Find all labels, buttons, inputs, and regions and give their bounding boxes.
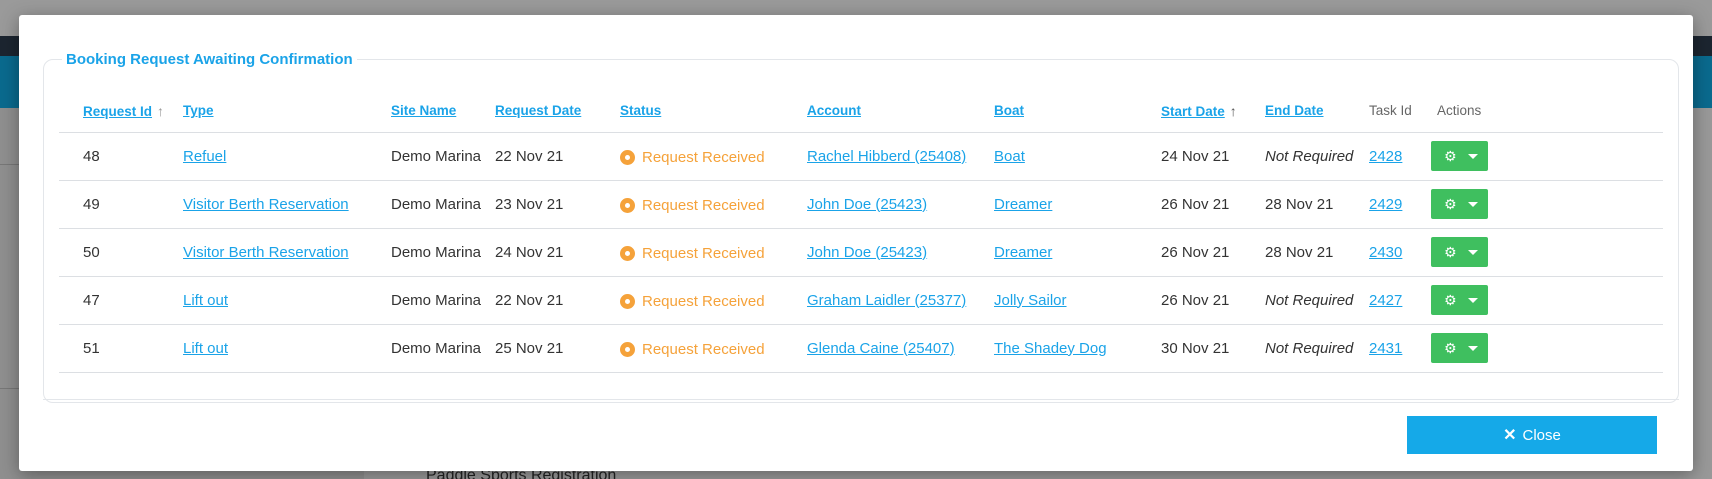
table-row: 47 Lift out Demo Marina 22 Nov 21 Reques… <box>59 276 1663 325</box>
status-badge: Request Received <box>620 293 765 310</box>
status-dot-icon <box>620 197 635 213</box>
caret-down-icon <box>1468 249 1478 255</box>
status-dot-icon <box>620 245 635 261</box>
caret-down-icon <box>1468 201 1478 207</box>
arrow-up-icon: ↑ <box>1229 102 1237 119</box>
actions-dropdown-button[interactable]: ⚙ <box>1431 333 1488 363</box>
task-id-link[interactable]: 2428 <box>1369 148 1402 165</box>
task-id-link[interactable]: 2429 <box>1369 196 1402 213</box>
column-site-name[interactable]: Site Name <box>391 90 495 133</box>
booking-request-panel: Booking Request Awaiting Confirmation Re… <box>43 51 1679 403</box>
caret-down-icon <box>1468 345 1478 351</box>
column-request-id[interactable]: Request Id ↑ <box>59 90 183 133</box>
status-dot-icon <box>620 341 635 357</box>
status-dot-icon <box>620 293 635 309</box>
cell-request-date: 24 Nov 21 <box>495 228 620 277</box>
column-boat[interactable]: Boat <box>994 90 1161 133</box>
boat-link[interactable]: Dreamer <box>994 244 1052 261</box>
column-start-date[interactable]: Start Date ↑ <box>1161 90 1265 133</box>
status-badge: Request Received <box>620 245 765 262</box>
column-task-id: Task Id <box>1369 90 1431 133</box>
boat-link[interactable]: Boat <box>994 148 1025 165</box>
close-icon: ✕ <box>1503 427 1517 444</box>
boat-link[interactable]: Dreamer <box>994 196 1052 213</box>
cell-start-date: 26 Nov 21 <box>1161 228 1265 277</box>
task-id-link[interactable]: 2430 <box>1369 244 1402 261</box>
cell-request-date: 22 Nov 21 <box>495 132 620 181</box>
status-badge: Request Received <box>620 149 765 166</box>
cell-end-date: Not Required <box>1265 324 1369 373</box>
cell-site-name: Demo Marina <box>391 276 495 325</box>
column-status[interactable]: Status <box>620 90 807 133</box>
status-badge: Request Received <box>620 341 765 358</box>
cell-request-id: 49 <box>59 180 183 229</box>
task-id-link[interactable]: 2431 <box>1369 340 1402 357</box>
table-header-row: Request Id ↑ Type Site Name Request Date … <box>59 90 1663 133</box>
modal-footer-divider <box>43 399 1679 400</box>
cell-end-date: 28 Nov 21 <box>1265 228 1369 277</box>
cell-request-id: 50 <box>59 228 183 277</box>
cell-request-date: 23 Nov 21 <box>495 180 620 229</box>
type-link[interactable]: Lift out <box>183 340 228 357</box>
table-row: 49 Visitor Berth Reservation Demo Marina… <box>59 180 1663 229</box>
boat-link[interactable]: Jolly Sailor <box>994 292 1067 309</box>
booking-request-modal: Booking Request Awaiting Confirmation Re… <box>19 15 1693 471</box>
account-link[interactable]: John Doe (25423) <box>807 196 927 213</box>
cell-request-id: 51 <box>59 324 183 373</box>
account-link[interactable]: Glenda Caine (25407) <box>807 340 955 357</box>
actions-dropdown-button[interactable]: ⚙ <box>1431 141 1488 171</box>
gears-icon: ⚙ <box>1444 195 1457 212</box>
gears-icon: ⚙ <box>1444 147 1457 164</box>
cell-start-date: 26 Nov 21 <box>1161 276 1265 325</box>
cell-end-date: Not Required <box>1265 132 1369 181</box>
actions-dropdown-button[interactable]: ⚙ <box>1431 285 1488 315</box>
actions-dropdown-button[interactable]: ⚙ <box>1431 189 1488 219</box>
gears-icon: ⚙ <box>1444 243 1457 260</box>
table-row: 50 Visitor Berth Reservation Demo Marina… <box>59 228 1663 277</box>
cell-site-name: Demo Marina <box>391 324 495 373</box>
account-link[interactable]: Rachel Hibberd (25408) <box>807 148 966 165</box>
cell-site-name: Demo Marina <box>391 228 495 277</box>
actions-dropdown-button[interactable]: ⚙ <box>1431 237 1488 267</box>
account-link[interactable]: John Doe (25423) <box>807 244 927 261</box>
gears-icon: ⚙ <box>1444 291 1457 308</box>
status-badge: Request Received <box>620 197 765 214</box>
cell-end-date: 28 Nov 21 <box>1265 180 1369 229</box>
cell-request-id: 47 <box>59 276 183 325</box>
column-end-date[interactable]: End Date <box>1265 90 1369 133</box>
column-request-date[interactable]: Request Date <box>495 90 620 133</box>
type-link[interactable]: Visitor Berth Reservation <box>183 244 349 261</box>
table-row: 48 Refuel Demo Marina 22 Nov 21 Request … <box>59 132 1663 181</box>
cell-end-date: Not Required <box>1265 276 1369 325</box>
status-dot-icon <box>620 149 635 165</box>
cell-start-date: 30 Nov 21 <box>1161 324 1265 373</box>
column-type[interactable]: Type <box>183 90 391 133</box>
cell-request-date: 25 Nov 21 <box>495 324 620 373</box>
caret-down-icon <box>1468 297 1478 303</box>
cell-request-date: 22 Nov 21 <box>495 276 620 325</box>
column-actions: Actions <box>1431 90 1663 133</box>
gears-icon: ⚙ <box>1444 339 1457 356</box>
type-link[interactable]: Visitor Berth Reservation <box>183 196 349 213</box>
arrow-up-icon: ↑ <box>157 102 165 119</box>
cell-request-id: 48 <box>59 132 183 181</box>
type-link[interactable]: Refuel <box>183 148 226 165</box>
cell-site-name: Demo Marina <box>391 180 495 229</box>
cell-start-date: 24 Nov 21 <box>1161 132 1265 181</box>
boat-link[interactable]: The Shadey Dog <box>994 340 1107 357</box>
task-id-link[interactable]: 2427 <box>1369 292 1402 309</box>
cell-start-date: 26 Nov 21 <box>1161 180 1265 229</box>
booking-request-table: Request Id ↑ Type Site Name Request Date … <box>59 90 1663 373</box>
close-button[interactable]: ✕ Close <box>1407 416 1657 454</box>
panel-title: Booking Request Awaiting Confirmation <box>62 51 357 68</box>
column-account[interactable]: Account <box>807 90 994 133</box>
cell-site-name: Demo Marina <box>391 132 495 181</box>
type-link[interactable]: Lift out <box>183 292 228 309</box>
caret-down-icon <box>1468 153 1478 159</box>
account-link[interactable]: Graham Laidler (25377) <box>807 292 966 309</box>
table-row: 51 Lift out Demo Marina 25 Nov 21 Reques… <box>59 324 1663 373</box>
